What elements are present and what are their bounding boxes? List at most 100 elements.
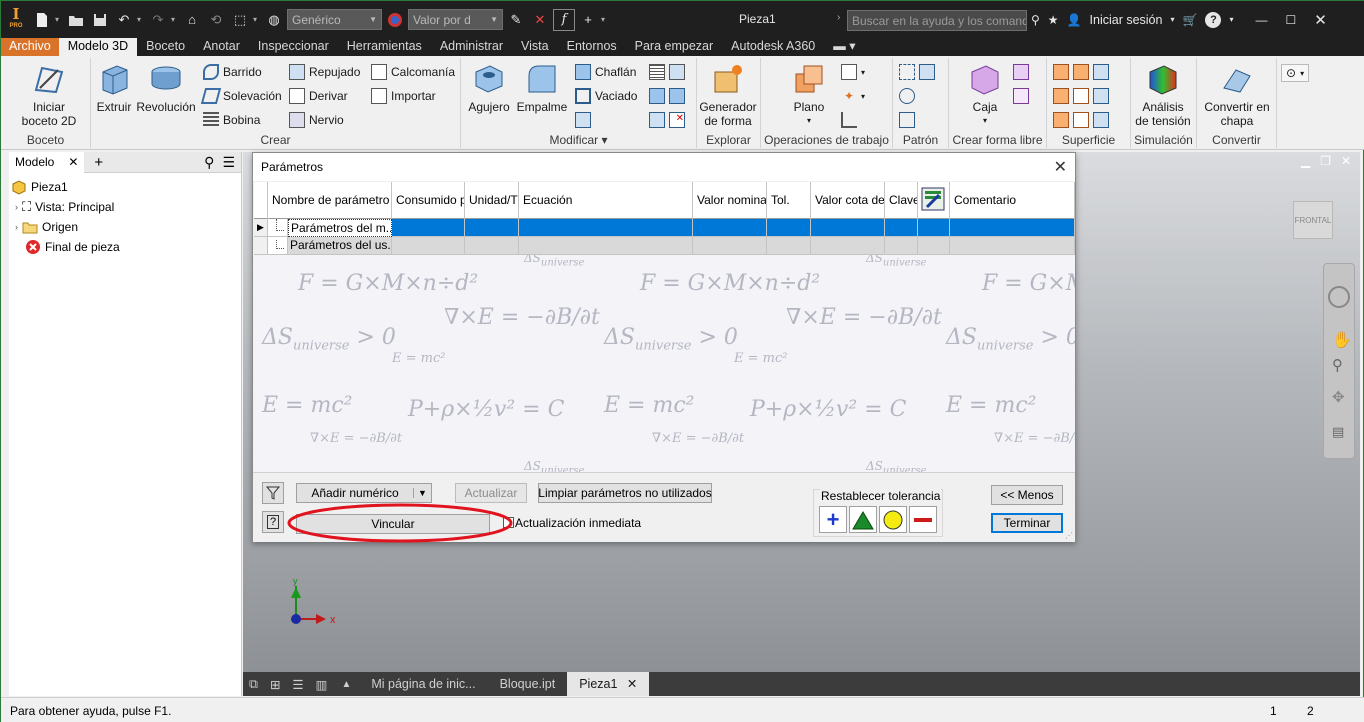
material-combo[interactable]: Genérico ▼ [287, 9, 382, 30]
update-button[interactable]: Actualizar [455, 483, 527, 503]
customize-dropdown-icon[interactable]: ▾ [601, 15, 609, 24]
maximize-icon[interactable]: ☐ [1285, 13, 1296, 27]
tab-anotar[interactable]: Anotar [194, 38, 249, 56]
modify-tool-1[interactable] [649, 64, 685, 80]
chevron-right-icon[interactable]: › [837, 12, 840, 23]
search-icon[interactable]: ⚲ [204, 154, 214, 171]
user-icon[interactable]: 👤 [1067, 13, 1082, 27]
minimize-icon[interactable]: — [1255, 13, 1267, 27]
derive-button[interactable]: Derivar [289, 88, 348, 104]
home-icon[interactable]: ⌂ [181, 9, 203, 31]
col-parameter-name[interactable]: Nombre de parámetro [268, 182, 392, 219]
hamburger-menu-icon[interactable]: ☰ [222, 154, 235, 171]
close-icon[interactable]: ✕ [1341, 154, 1351, 168]
help-search-input[interactable]: Buscar en la ayuda y los comandos [847, 10, 1027, 31]
surface-tools-3[interactable] [1053, 112, 1109, 128]
search-binoculars-icon[interactable]: ⚲ [1031, 13, 1040, 27]
new-dropdown-icon[interactable]: ▾ [55, 15, 63, 24]
look-at-icon[interactable]: ▤ [1332, 424, 1344, 440]
sketch-pattern-button[interactable] [899, 112, 915, 128]
chevron-down-icon[interactable]: ▼ [413, 488, 431, 498]
tree-item-vista[interactable]: › ⛶ Vista: Principal [11, 197, 239, 217]
col-tolerance[interactable]: Tol. [767, 182, 811, 219]
decal-button[interactable]: Calcomanía [371, 64, 455, 80]
tab-autodesk-a360[interactable]: Autodesk A360 [722, 38, 824, 56]
loft-button[interactable]: Solevación [200, 88, 282, 104]
close-icon[interactable]: ✕ [68, 155, 78, 169]
tab-herramientas[interactable]: Herramientas [338, 38, 431, 56]
purge-unused-button[interactable]: Limpiar parámetros no utilizados [538, 483, 712, 503]
add-browser-icon[interactable]: + [94, 154, 103, 171]
help-dropdown-icon[interactable]: ▾ [1229, 15, 1233, 24]
color-globe-icon[interactable]: ◍ [263, 9, 285, 31]
upper-tolerance-button[interactable]: + [819, 506, 847, 533]
stress-analysis-button[interactable]: Análisis de tensión [1131, 62, 1195, 128]
ucs-button[interactable] [841, 112, 857, 128]
start-2d-sketch-button[interactable]: Iniciar boceto 2D [19, 62, 79, 128]
sign-in-link[interactable]: Iniciar sesión [1090, 13, 1163, 27]
doc-tab-pieza1[interactable]: Pieza1 ✕ [567, 672, 650, 696]
col-model-value[interactable]: Valor cota del [811, 182, 885, 219]
col-nominal-value[interactable]: Valor nominal [693, 182, 767, 219]
pattern-tools-1[interactable] [899, 64, 935, 80]
pan-hand-icon[interactable]: ✋ [1332, 330, 1352, 350]
steering-wheel-icon[interactable] [1328, 286, 1350, 308]
fillet-button[interactable]: Empalme [515, 62, 569, 114]
sign-in-dropdown-icon[interactable]: ▾ [1170, 15, 1174, 24]
redo-dropdown-icon[interactable]: ▾ [171, 15, 179, 24]
parameters-grid[interactable]: Nombre de parámetro Consumido po Unidad/… [254, 182, 1075, 472]
convert-sheet-metal-button[interactable]: Convertir en chapa [1199, 62, 1275, 128]
open-folder-icon[interactable] [65, 9, 87, 31]
freeform-box-button[interactable]: Caja ▾ [963, 62, 1007, 128]
add-icon[interactable]: + [577, 9, 599, 31]
tab-administrar[interactable]: Administrar [431, 38, 512, 56]
undo-dropdown-icon[interactable]: ▾ [137, 15, 145, 24]
extrude-button[interactable]: Extruir [93, 62, 135, 114]
viewcube[interactable]: FRONTAL [1293, 201, 1333, 239]
tile-icon[interactable]: ⊞ [264, 677, 286, 692]
less-button[interactable]: << Menos [991, 485, 1063, 505]
tab-para-empezar[interactable]: Para empezar [626, 38, 723, 56]
surface-tools-2[interactable] [1053, 88, 1109, 104]
freeform-tool-1[interactable] [1013, 64, 1029, 80]
tile-horizontal-icon[interactable]: ☰ [286, 677, 309, 692]
hole-button[interactable]: Agujero [467, 62, 511, 114]
update-icon[interactable]: ⟲ [205, 9, 227, 31]
tab-inspeccionar[interactable]: Inspeccionar [249, 38, 338, 56]
expand-arrow-icon[interactable]: › [15, 202, 18, 212]
appearance-ball-icon[interactable] [384, 9, 406, 31]
filter-button[interactable] [262, 482, 284, 504]
circular-pattern-button[interactable] [899, 88, 915, 104]
tab-modelo-3d[interactable]: Modelo 3D [58, 38, 138, 56]
favorites-star-icon[interactable]: ★ [1048, 13, 1059, 27]
lower-tolerance-button[interactable] [909, 506, 937, 533]
col-key[interactable]: Clave [885, 182, 918, 219]
coil-button[interactable]: Bobina [203, 112, 260, 128]
revolve-button[interactable]: Revolución [135, 62, 197, 114]
chamfer-button[interactable]: Chaflán [575, 64, 636, 80]
shape-generator-button[interactable]: Generador de forma [697, 62, 759, 128]
modify-tool-3[interactable]: ✕ [649, 112, 685, 128]
col-equation[interactable]: Ecuación [519, 182, 693, 219]
help-icon[interactable]: ? [1205, 11, 1222, 28]
col-comment[interactable]: Comentario [950, 182, 1075, 219]
tree-item-origen[interactable]: › Origen [11, 217, 239, 237]
rib-button[interactable]: Nervio [289, 112, 344, 128]
tab-boceto[interactable]: Boceto [137, 38, 194, 56]
zoom-icon[interactable]: ⚲ [1332, 356, 1343, 374]
appearance-combo[interactable]: Valor por d ▼ [408, 9, 503, 30]
minimize-icon[interactable]: ▁ [1301, 154, 1310, 168]
undo-icon[interactable]: ↶ [113, 9, 135, 31]
cascade-icon[interactable]: ⧉ [243, 677, 264, 692]
col-consumed-by[interactable]: Consumido po [392, 182, 465, 219]
close-icon[interactable]: ✕ [627, 677, 637, 691]
adjust-appearance-icon[interactable]: ✎ [505, 9, 527, 31]
import-button[interactable]: Importar [371, 88, 436, 104]
median-tolerance-button[interactable] [849, 506, 877, 533]
shell-button[interactable]: Vaciado [575, 88, 637, 104]
clear-appearance-icon[interactable]: ✕ [529, 9, 551, 31]
help-button[interactable]: ? [262, 511, 284, 533]
sweep-button[interactable]: Barrido [203, 64, 262, 80]
draft-button[interactable] [575, 112, 591, 128]
close-icon[interactable]: ✕ [1314, 11, 1327, 29]
